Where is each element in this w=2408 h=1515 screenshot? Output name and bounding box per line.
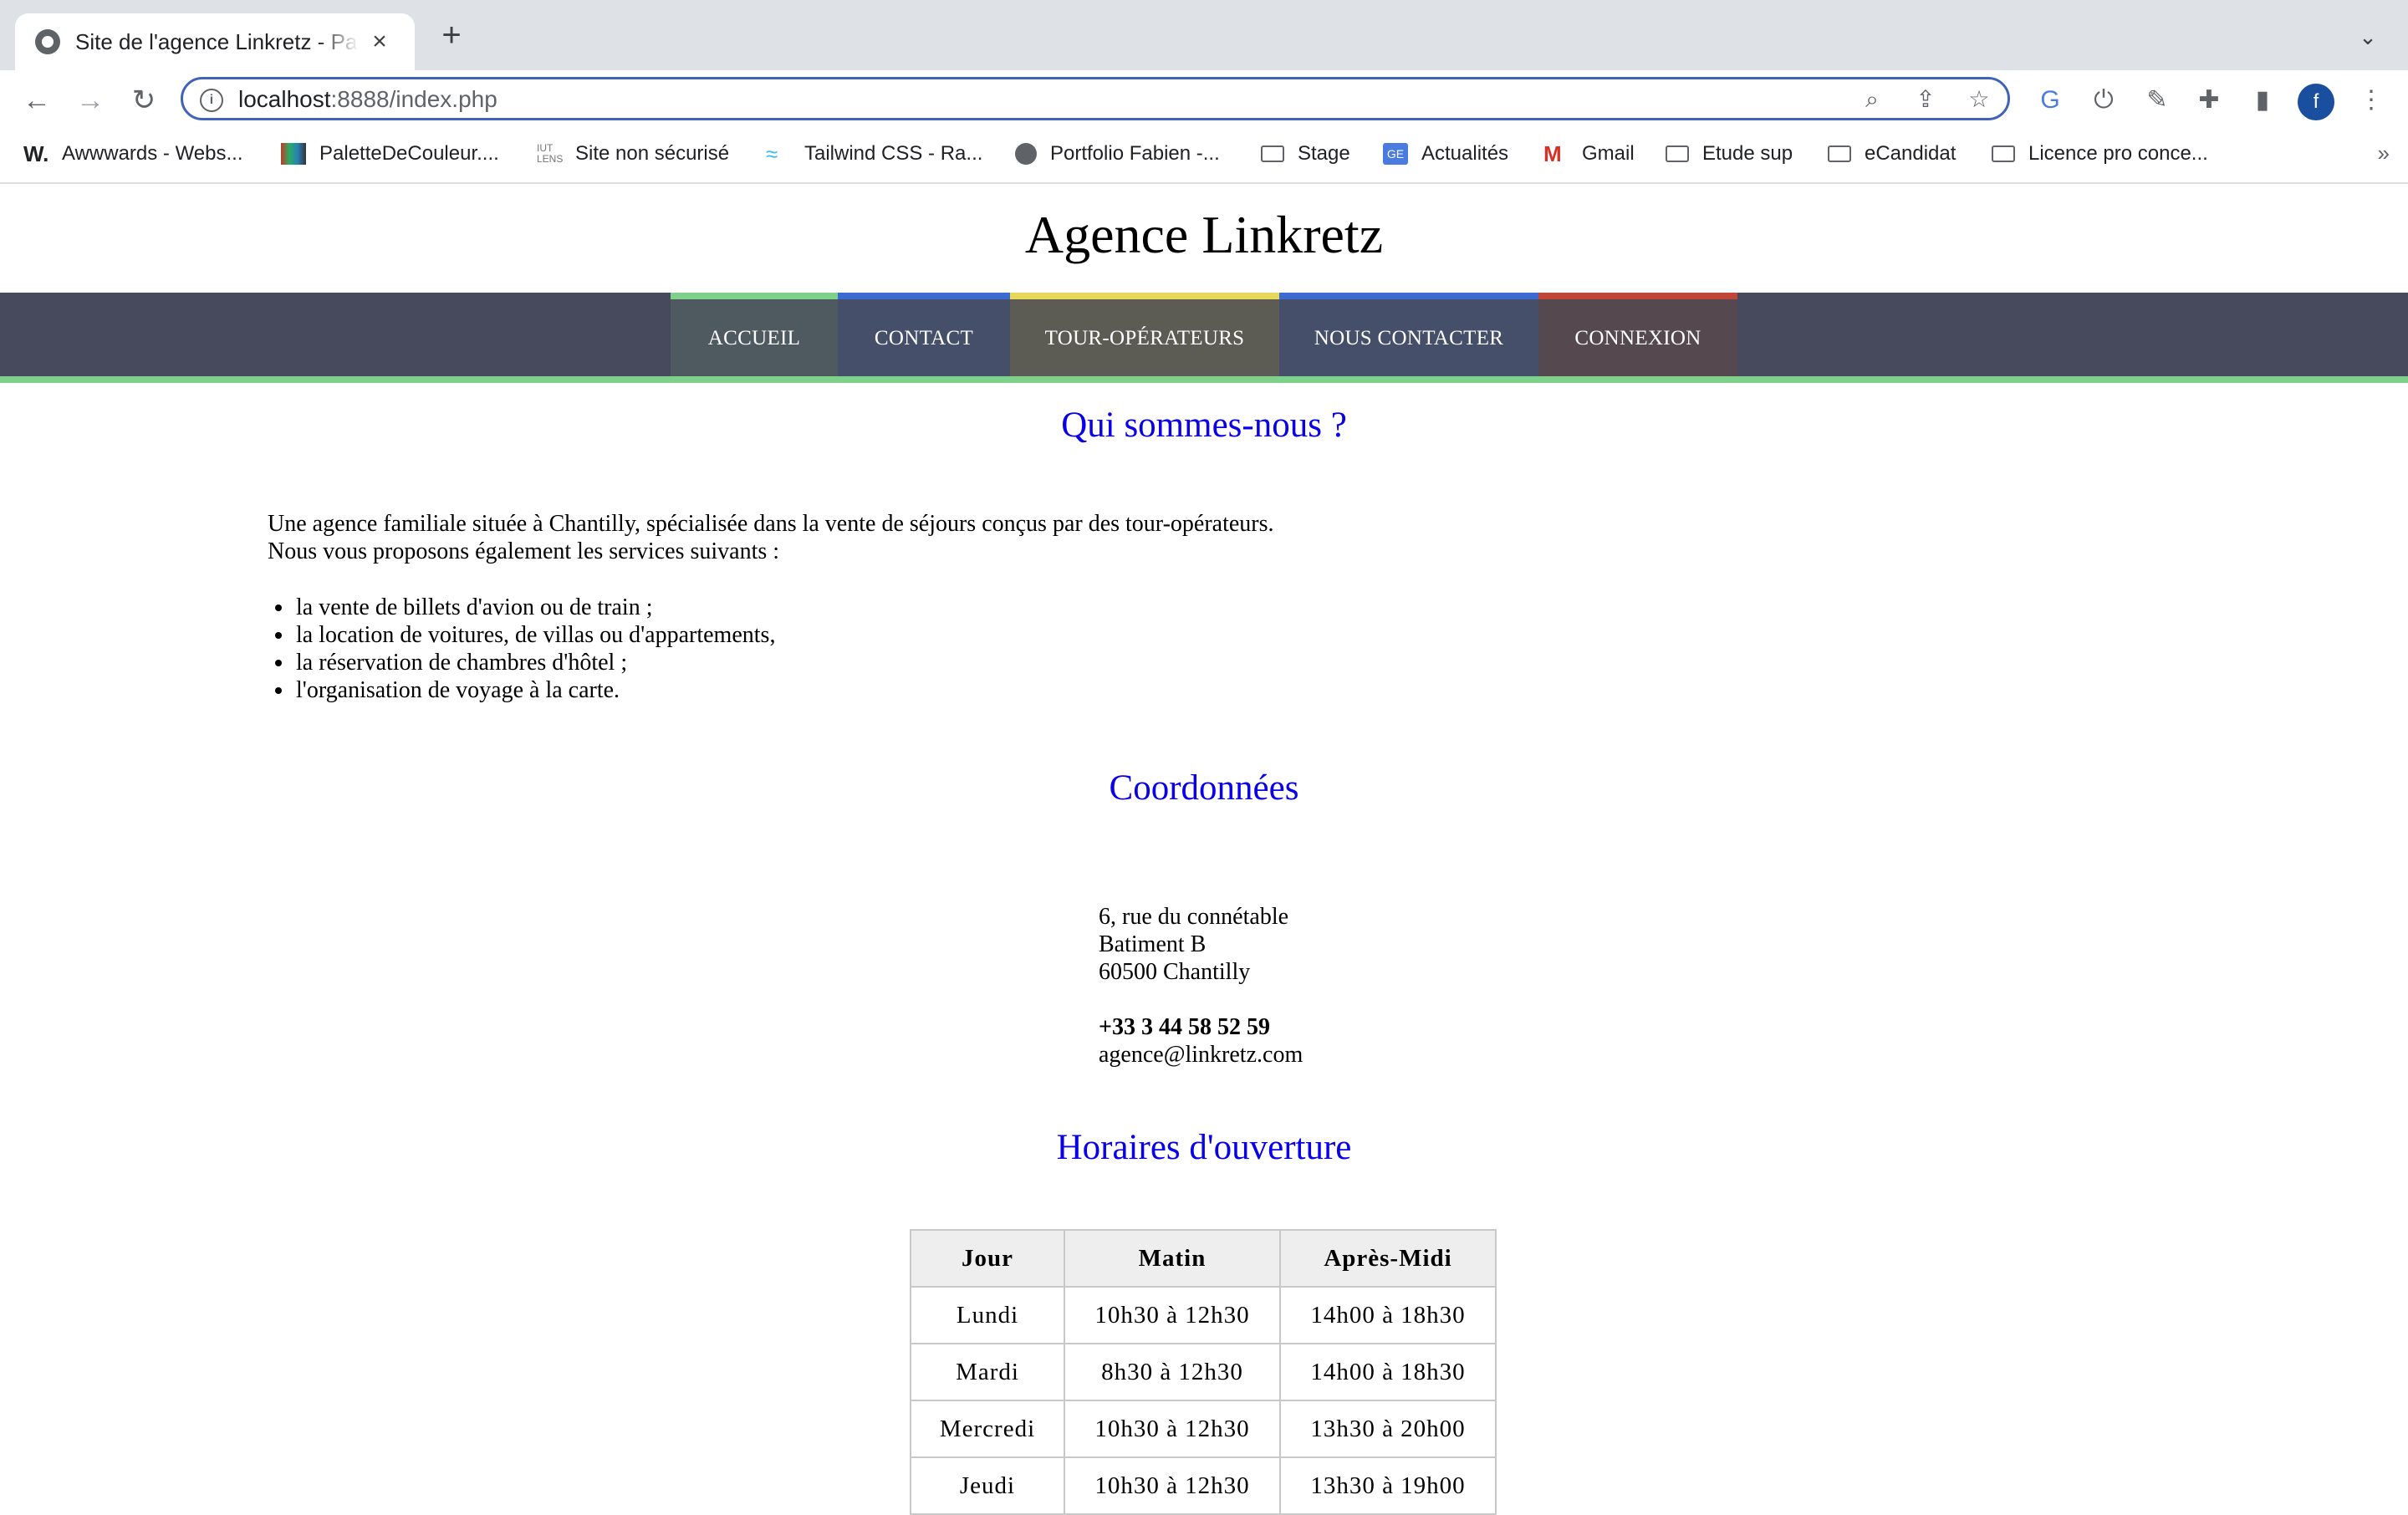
table-cell: 14h00 à 18h30 (1279, 1343, 1497, 1401)
bookmark-folder[interactable]: Etude sup (1666, 142, 1793, 166)
bookmark-item[interactable]: IUT LENS Site non sécurisé (537, 142, 729, 166)
bookmark-item[interactable]: W. Awwwards - Webs... (23, 142, 243, 166)
bookmark-item[interactable]: ≈ Tailwind CSS - Ra... (766, 142, 982, 166)
bookmark-item[interactable]: PaletteDeCouleur.... (281, 142, 499, 166)
table-cell: Jeudi (910, 1456, 1065, 1515)
awwwards-icon: W. (23, 141, 49, 166)
about-line-1: Une agence familiale située à Chantilly,… (268, 511, 1274, 537)
table-cell: 10h30 à 12h30 (1064, 1286, 1281, 1344)
new-tab-button[interactable]: + (433, 17, 470, 54)
palette-icon (281, 143, 306, 165)
bookmark-folder[interactable]: Stage (1261, 142, 1350, 166)
list-item: la réservation de chambres d'hôtel ; (294, 649, 775, 676)
google-news-icon: GE (1383, 143, 1408, 165)
tab-title: Site de l'agence Linkretz - Page d'accue… (75, 28, 360, 54)
web-page: Agence Linkretz ACCUEIL CONTACT TOUR-OPÉ… (0, 186, 2408, 1515)
nav-accueil[interactable]: ACCUEIL (671, 293, 838, 376)
services-list: la vente de billets d'avion ou de train … (268, 594, 775, 704)
about-intro: Une agence familiale située à Chantilly,… (268, 510, 1274, 565)
bookmark-folder[interactable]: eCandidat (1828, 142, 1956, 166)
table-header-row: Jour Matin Après-Midi (910, 1229, 1497, 1288)
url-text[interactable]: localhost:8888/index.php (238, 86, 497, 113)
close-tab-icon[interactable]: × (363, 25, 396, 59)
reload-button[interactable]: ↻ (125, 82, 162, 119)
hours-heading: Horaires d'ouverture (1056, 1128, 1352, 1167)
bookmark-item[interactable]: GE Actualités (1383, 142, 1508, 166)
list-item: la vente de billets d'avion ou de train … (294, 594, 775, 621)
bookmark-item[interactable]: Portfolio Fabien -... (1015, 142, 1220, 166)
folder-icon (1828, 145, 1851, 162)
browser-tab[interactable]: Site de l'agence Linkretz - Page d'accue… (15, 13, 415, 70)
bookmarks-bar: W. Awwwards - Webs... PaletteDeCouleur..… (0, 130, 2408, 184)
nav-contact[interactable]: CONTACT (838, 293, 1010, 376)
more-bookmarks-button[interactable]: » (2378, 140, 2390, 166)
eyedropper-icon[interactable]: ✎ (2140, 84, 2174, 117)
tab-search-chevron-icon[interactable]: ⌄ (2351, 20, 2385, 54)
profile-avatar[interactable]: f (2298, 84, 2334, 120)
globe-icon (1015, 143, 1037, 165)
about-heading: Qui sommes-nous ? (1061, 406, 1347, 445)
table-row: Mercredi 10h30 à 12h30 13h30 à 20h00 (910, 1400, 1497, 1458)
table-row: Lundi 10h30 à 12h30 14h00 à 18h30 (910, 1286, 1497, 1344)
back-button[interactable]: ← (18, 82, 55, 119)
table-cell: 14h00 à 18h30 (1279, 1286, 1497, 1344)
side-panel-icon[interactable]: ▮ (2246, 84, 2279, 117)
table-cell: Mardi (910, 1343, 1065, 1401)
nav-connexion[interactable]: CONNEXION (1538, 293, 1737, 376)
share-icon[interactable]: ⇪ (1911, 84, 1941, 115)
column-header: Après-Midi (1279, 1229, 1497, 1288)
table-cell: 8h30 à 12h30 (1064, 1343, 1281, 1401)
favicon-icon (35, 29, 60, 54)
contact-phone: +33 3 44 58 52 59 (1099, 1014, 1270, 1040)
folder-icon (1261, 145, 1284, 162)
site-info-icon[interactable]: i (200, 89, 223, 112)
extensions-puzzle-icon[interactable]: ✚ (2192, 84, 2226, 117)
table-row: Jeudi 10h30 à 12h30 13h30 à 19h00 (910, 1456, 1497, 1515)
address-bar[interactable]: i localhost:8888/index.php ⌕ ⇪ ☆ (181, 77, 2010, 120)
list-item: la location de voitures, de villas ou d'… (294, 621, 775, 649)
table-row: Mardi 8h30 à 12h30 14h00 à 18h30 (910, 1343, 1497, 1401)
table-cell: Lundi (910, 1286, 1065, 1344)
iut-icon: IUT LENS (537, 142, 564, 165)
bookmark-folder[interactable]: Licence pro conce... (1992, 142, 2208, 166)
contact-heading: Coordonnées (1109, 768, 1299, 808)
table-cell: 10h30 à 12h30 (1064, 1456, 1281, 1515)
forward-button[interactable]: → (72, 82, 109, 119)
folder-icon (1992, 145, 2015, 162)
gmail-icon: M (1543, 141, 1562, 166)
browser-menu-icon[interactable]: ⋮ (2354, 84, 2388, 117)
column-header: Jour (910, 1229, 1065, 1288)
table-cell: 13h30 à 20h00 (1279, 1400, 1497, 1458)
browser-toolbar: ← → ↻ i localhost:8888/index.php ⌕ ⇪ ☆ G… (0, 70, 2408, 130)
power-icon[interactable]: ⏻ (2087, 84, 2120, 117)
opening-hours-table: Jour Matin Après-Midi Lundi 10h30 à 12h3… (910, 1229, 1497, 1515)
column-header: Matin (1064, 1229, 1281, 1288)
site-title: Agence Linkretz (1024, 205, 1384, 264)
table-cell: Mercredi (910, 1400, 1065, 1458)
address-street: 6, rue du connétable (1099, 904, 1289, 930)
tailwind-icon: ≈ (766, 141, 778, 166)
folder-icon (1666, 145, 1689, 162)
table-cell: 13h30 à 19h00 (1279, 1456, 1497, 1515)
about-line-2: Nous vous proposons également les servic… (268, 538, 780, 564)
contact-email: agence@linkretz.com (1099, 1042, 1303, 1068)
zoom-icon[interactable]: ⌕ (1857, 84, 1887, 115)
bookmark-item[interactable]: M Gmail (1543, 142, 1635, 166)
bookmark-star-icon[interactable]: ☆ (1964, 84, 1994, 115)
list-item: l'organisation de voyage à la carte. (294, 676, 775, 704)
nav-tour-operateurs[interactable]: TOUR-OPÉRATEURS (1010, 293, 1279, 376)
nav-nous-contacter[interactable]: NOUS CONTACTER (1279, 293, 1538, 376)
address-building: Batiment B (1099, 931, 1207, 957)
main-navigation: ACCUEIL CONTACT TOUR-OPÉRATEURS NOUS CON… (0, 293, 2408, 383)
tab-strip: Site de l'agence Linkretz - Page d'accue… (0, 0, 2408, 70)
table-cell: 10h30 à 12h30 (1064, 1400, 1281, 1458)
translate-icon[interactable]: G (2033, 84, 2067, 117)
contact-address: 6, rue du connétable Batiment B 60500 Ch… (1099, 903, 1303, 1069)
address-city: 60500 Chantilly (1099, 959, 1251, 985)
